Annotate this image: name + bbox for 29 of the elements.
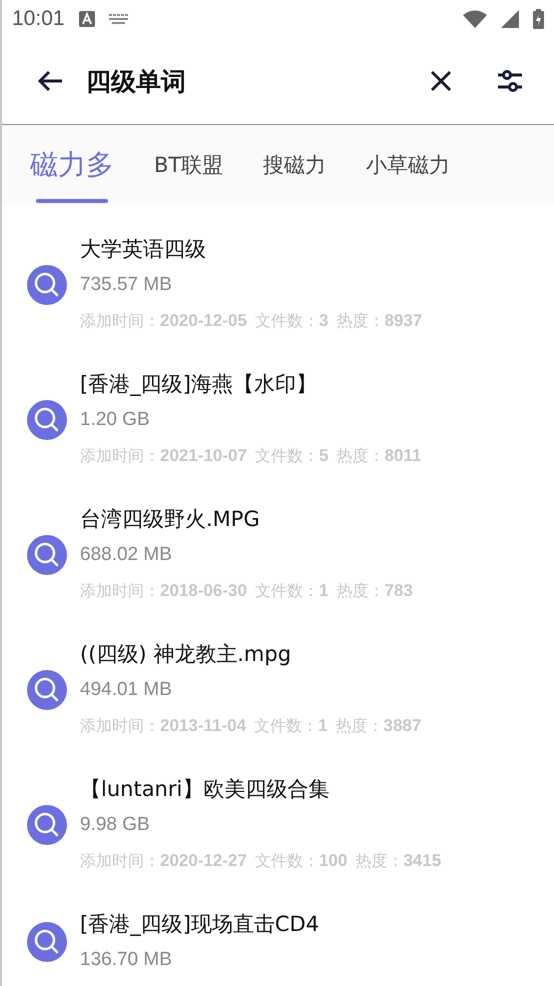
tab[interactable]: 磁力多 (30, 125, 114, 205)
file-size: 136.70 MB (80, 948, 173, 972)
signal-icon (501, 10, 519, 28)
search-icon (26, 921, 68, 963)
result-title[interactable]: ((四级) 神龙教主.mpg (80, 636, 430, 672)
font-icon (78, 11, 95, 27)
status-time: 10:01 (12, 7, 65, 31)
search-icon (26, 264, 68, 306)
result-title[interactable]: [香港_四级]海燕【水印】 (80, 366, 430, 402)
file-size: 688.02 MB (80, 543, 173, 567)
result-title[interactable]: 【luntanri】欧美四级合集 (80, 771, 450, 807)
tab[interactable]: 小草磁力 (366, 125, 450, 205)
result-title[interactable]: 台湾四级野火.MPG (80, 501, 421, 537)
file-size: 1.20 GB (80, 408, 151, 432)
tab[interactable]: 搜磁力 (263, 125, 326, 205)
keyboard-icon (108, 14, 129, 24)
result-title[interactable]: [香港_四级]现场直击CD4 (80, 906, 320, 942)
tab[interactable]: BT联盟 (154, 125, 224, 205)
battery-icon (533, 9, 544, 29)
search-icon (26, 399, 68, 441)
file-size: 735.57 MB (80, 273, 173, 297)
result-title[interactable]: 大学英语四级 (80, 231, 430, 267)
wifi-icon (463, 10, 487, 28)
search-query[interactable]: 四级单词 (86, 64, 390, 98)
file-size: 494.01 MB (80, 678, 173, 702)
search-icon (26, 534, 68, 576)
file-size: 9.98 GB (80, 813, 151, 837)
search-icon (26, 669, 68, 711)
search-icon (26, 804, 68, 846)
